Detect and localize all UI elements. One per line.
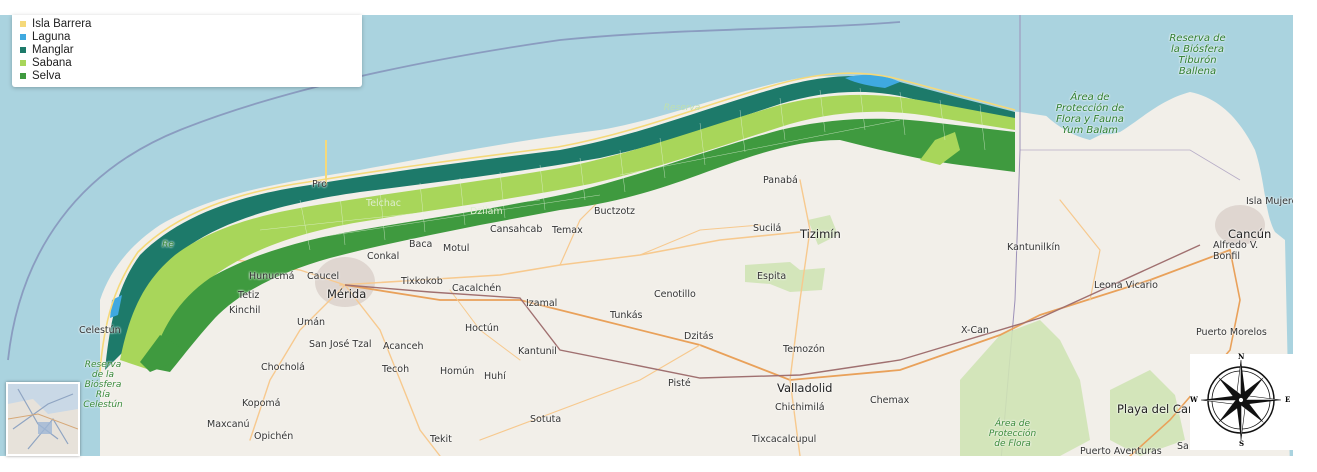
label-sucila: Sucilá [753,223,782,234]
label-tixcacal: Tixcacalcupul [752,434,817,445]
label-opichen: Opichén [254,431,294,442]
label-park-tiburon: Reserva de la Biósfera Tiburón Ballena [1169,33,1226,77]
compass-n: N [1238,352,1245,361]
bottom-frame [0,456,1317,472]
label-islamujeres: Isla Mujere [1246,196,1298,207]
legend-item-manglar: Manglar [20,44,74,56]
label-buctzotz: Buctzotz [594,206,635,217]
label-sanjose: San José Tzal [309,339,372,350]
label-maxcanu: Maxcanú [207,419,250,430]
label-tekit: Tekit [430,434,452,445]
label-merida: Mérida [327,287,367,301]
label-homun: Homún [440,366,475,377]
compass-w: W [1190,395,1198,404]
label-huhi: Huhí [484,371,506,382]
compass-s: S [1239,439,1245,448]
label-progreso: Pro [312,179,328,190]
label-piste: Pisté [668,378,691,389]
label-kantunil: Kantunil [518,346,557,357]
label-chochola: Chocholá [261,362,305,373]
label-caucel: Caucel [307,271,340,282]
legend-item-isla-barrera: Isla Barrera [20,18,91,30]
label-chemax: Chemax [870,395,910,406]
label-cenotillo: Cenotillo [654,289,696,300]
legend-label: Isla Barrera [32,18,92,30]
label-cacalchen: Cacalchén [452,283,502,294]
label-temax: Temax [552,225,583,236]
label-celestun: Celestún [79,325,121,336]
legend-label: Laguna [32,31,71,43]
label-hunucma: Hunucmá [249,271,295,282]
label-baca: Baca [409,239,433,250]
label-cansahcab: Cansahcab [490,224,543,235]
label-tunkas: Tunkás [610,310,643,321]
legend-item-laguna: Laguna [20,31,70,43]
label-hocton: Hoctún [465,323,499,334]
label-tixkokob: Tixkokob [401,276,443,287]
label-alfredo: Alfredo V. Bonfil [1213,240,1259,262]
minimap-image [8,384,78,454]
label-xcan: X-Can [961,325,989,336]
label-panaba: Panabá [763,175,798,186]
legend-panel: Isla Barrera Laguna Manglar Sabana Selva [12,15,362,87]
label-telchac: Telchac [366,198,401,209]
compass-rose: N S E W [1190,352,1293,450]
top-frame [0,0,1317,15]
legend-swatch [20,47,26,53]
label-kopoma: Kopomá [242,398,281,409]
label-sa: Sa [1177,441,1189,452]
label-conkal: Conkal [367,251,400,262]
compass-e: E [1285,395,1291,404]
compass-rose-icon [1200,359,1282,441]
legend-label: Sabana [32,57,72,69]
legend-swatch [20,21,26,27]
label-dzitas: Dzitás [684,331,714,342]
label-cancun: Cancún [1228,227,1272,241]
label-acanceh: Acanceh [383,341,424,352]
label-uman: Umán [297,317,326,328]
label-dzilam: Dzilam [470,206,503,217]
label-tizimin: Tizimín [800,227,841,241]
legend-label: Manglar [32,44,74,56]
layer-switcher-thumbnail[interactable] [6,382,80,456]
legend-swatch [20,73,26,79]
label-park-reserva-north: Reserva [663,103,701,113]
legend-item-selva: Selva [20,70,61,82]
legend-item-sabana: Sabana [20,57,72,69]
legend-label: Selva [32,70,61,82]
label-kinchil: Kinchil [229,305,261,316]
label-chichimila: Chichimilá [775,402,825,413]
label-temozon: Temozón [783,344,825,355]
label-tecoh: Tecoh [382,364,410,375]
label-sotuta: Sotuta [530,414,562,425]
label-park-yumbalam: Área de Protección de Flora y Fauna Yum … [1055,92,1125,136]
label-puertomorelos: Puerto Morelos [1196,327,1267,338]
right-frame [1293,0,1317,472]
label-valladolid: Valladolid [777,381,833,395]
label-tetiz: Tetiz [238,290,260,301]
legend-swatch [20,60,26,66]
label-park-celestun: Reserva de la Biósfera Ría Celestún [83,360,123,410]
label-leona: Leona Vicario [1094,280,1158,291]
label-kantunilkin: Kantunilkín [1007,242,1061,253]
label-motul: Motul [443,243,470,254]
label-park-flora-south: Área de Protección de Flora [988,419,1037,449]
label-espita: Espita [757,271,787,282]
label-izamal: Izamal [526,298,558,309]
label-park-reserva-west: Re [162,240,174,250]
legend-swatch [20,34,26,40]
